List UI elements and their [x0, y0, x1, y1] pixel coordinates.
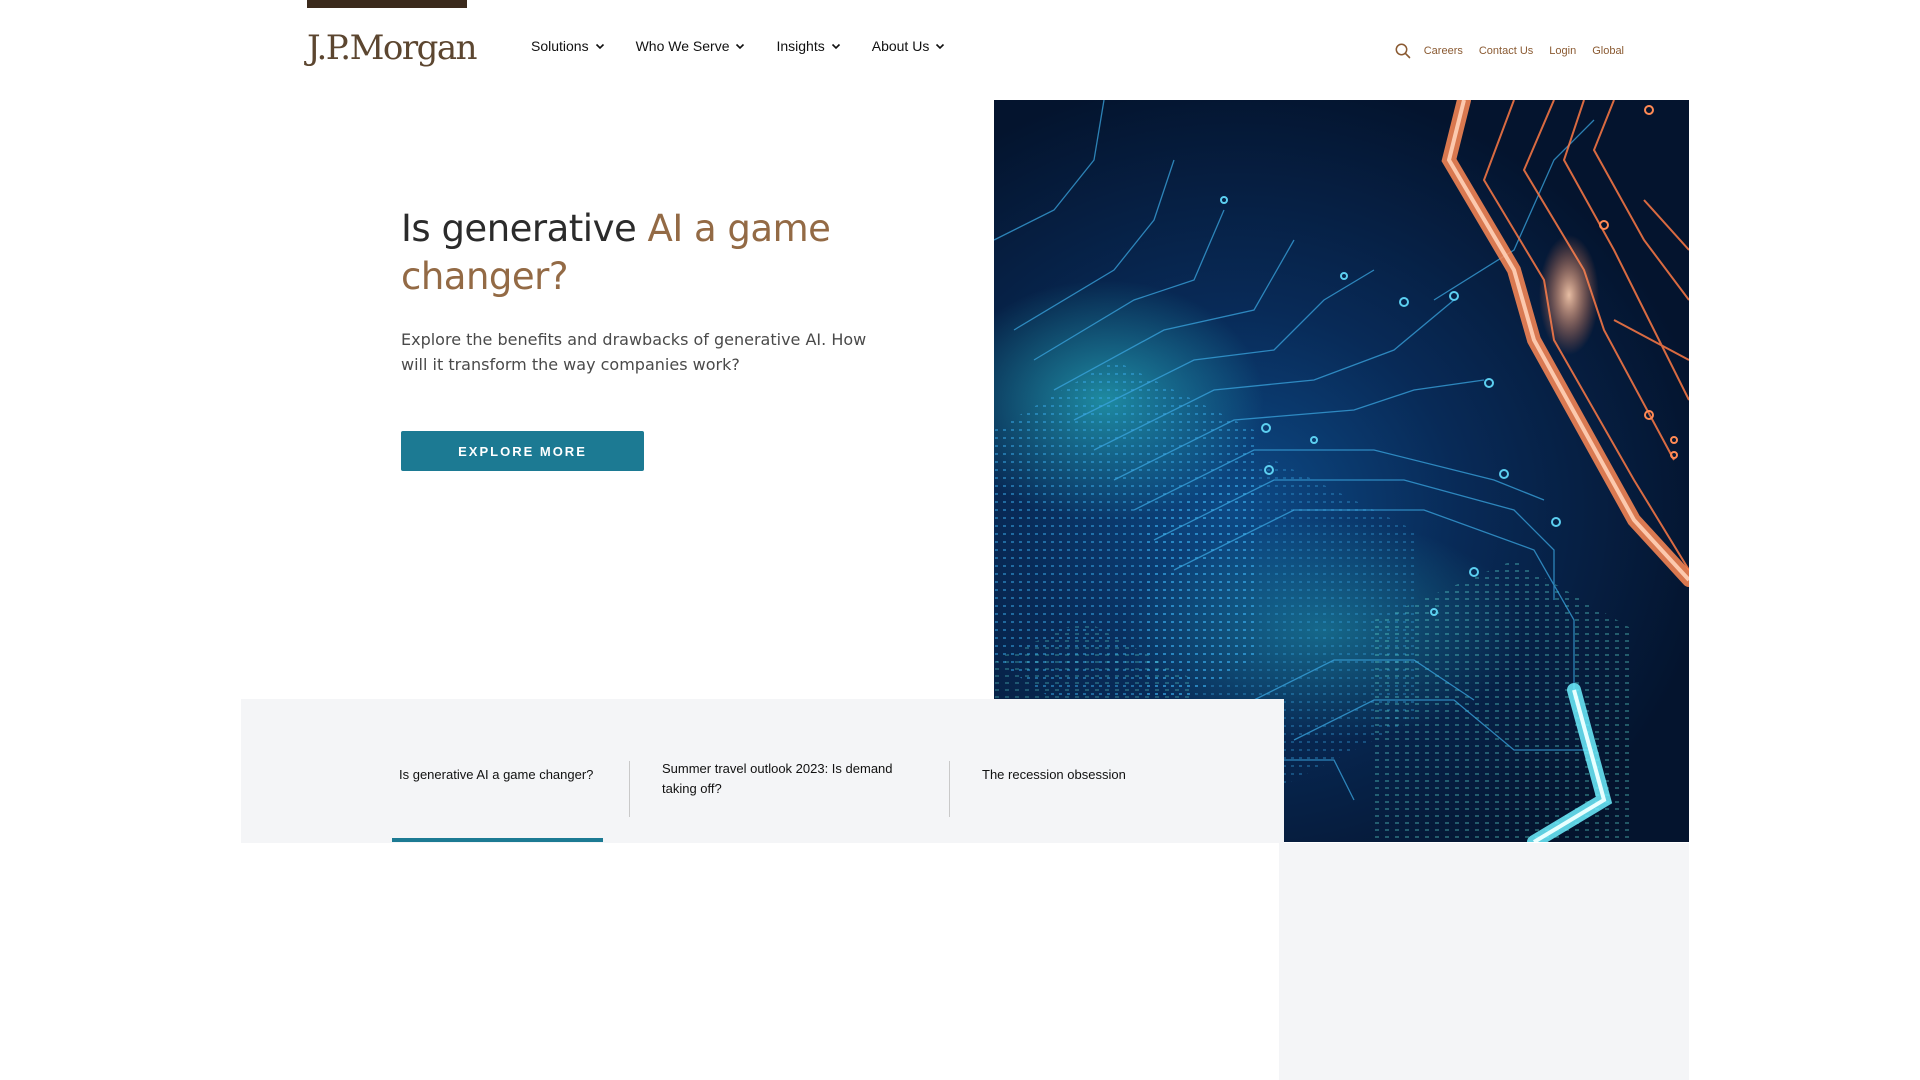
active-tab-indicator	[392, 838, 603, 842]
explore-more-button[interactable]: EXPLORE MORE	[401, 431, 644, 471]
hero-title-plain: Is generative	[401, 207, 648, 250]
hero-text: Is generative AI a game changer? Explore…	[401, 205, 881, 377]
logo-top-bar	[307, 0, 467, 8]
nav-about-us-label: About Us	[871, 38, 930, 54]
nav-who-we-serve-label: Who We Serve	[635, 38, 730, 54]
login-link[interactable]: Login	[1549, 45, 1576, 57]
main-nav: Solutions Who We Serve Insights About Us	[531, 38, 976, 54]
chevron-down-icon	[831, 43, 840, 50]
hero-title: Is generative AI a game changer?	[401, 205, 881, 301]
tab-recession-obsession[interactable]: The recession obsession	[982, 765, 1182, 785]
search-icon[interactable]	[1394, 42, 1412, 60]
utility-nav: Careers Contact Us Login Global	[1394, 42, 1624, 60]
tab-summer-travel[interactable]: Summer travel outlook 2023: Is demand ta…	[662, 759, 922, 799]
nav-who-we-serve[interactable]: Who We Serve	[636, 38, 748, 54]
nav-solutions-label: Solutions	[531, 38, 589, 54]
jpmorgan-logo[interactable]: J.P.Morgan	[307, 28, 478, 68]
nav-about-us[interactable]: About Us	[872, 38, 948, 54]
chevron-down-icon	[736, 43, 745, 50]
global-link[interactable]: Global	[1592, 45, 1624, 57]
hero-description: Explore the benefits and drawbacks of ge…	[401, 330, 867, 374]
tab-divider	[949, 761, 950, 817]
tab-divider	[629, 761, 630, 817]
tab-generative-ai[interactable]: Is generative AI a game changer?	[399, 765, 609, 785]
chevron-down-icon	[936, 43, 945, 50]
nav-solutions[interactable]: Solutions	[531, 38, 607, 54]
contact-us-link[interactable]: Contact Us	[1479, 45, 1533, 57]
chevron-down-icon	[595, 43, 604, 50]
nav-insights[interactable]: Insights	[776, 38, 842, 54]
nav-insights-label: Insights	[776, 38, 825, 54]
featured-tabs: Is generative AI a game changer? Summer …	[241, 699, 1284, 843]
careers-link[interactable]: Careers	[1424, 45, 1463, 57]
side-panel	[1279, 843, 1689, 1080]
